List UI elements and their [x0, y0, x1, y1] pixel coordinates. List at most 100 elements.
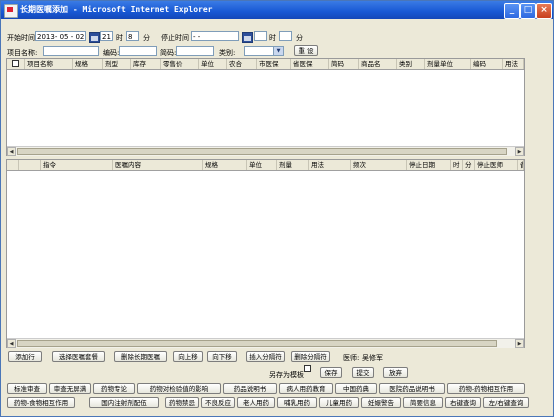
- order-col-unit[interactable]: 单位: [247, 160, 277, 170]
- scroll-left-icon[interactable]: ◀: [7, 147, 16, 156]
- hospital-drug-instructions-button[interactable]: 医院药品说明书: [379, 383, 445, 394]
- col-dosage-form[interactable]: 剂型: [103, 59, 131, 69]
- category-label: 类别:: [219, 49, 236, 57]
- minimize-button[interactable]: _: [504, 3, 520, 19]
- chevron-down-icon[interactable]: ▼: [273, 47, 283, 55]
- pregnancy-warning-button[interactable]: 妊娠警告: [361, 397, 401, 408]
- insert-separator-button[interactable]: 插入分隔符: [246, 351, 285, 362]
- col-spec[interactable]: 规格: [73, 59, 103, 69]
- order-grid: 指令 医嘱内容 规格 单位 剂量 用法 频次 停止日期 时 分 停止医师 备 ◀…: [6, 159, 525, 348]
- col-rural-coop[interactable]: 农合: [227, 59, 257, 69]
- order-col-spec[interactable]: 规格: [203, 160, 247, 170]
- title-bar[interactable]: 长期医嘱添加 - Microsoft Internet Explorer _ □…: [1, 1, 553, 19]
- window-title: 长期医嘱添加 - Microsoft Internet Explorer: [20, 5, 213, 14]
- ie-window: 长期医嘱添加 - Microsoft Internet Explorer _ □…: [0, 0, 554, 417]
- doctor-label: 医师:: [343, 354, 360, 362]
- order-grid-hscrollbar[interactable]: ◀ ▶: [7, 338, 524, 348]
- scroll-right-icon[interactable]: ▶: [515, 147, 524, 156]
- item-grid-header: 项目名称 规格 剂型 库存 零售价 单位 农合 市医保 省医保 简码 商品名 类…: [7, 59, 524, 70]
- row-indicator-header: [7, 160, 19, 170]
- maximize-button[interactable]: □: [520, 3, 536, 19]
- col-retail-price[interactable]: 零售价: [161, 59, 199, 69]
- order-col-usage[interactable]: 用法: [309, 160, 351, 170]
- short-code-input[interactable]: [176, 46, 214, 56]
- save-as-template-label: 另存为模板: [269, 371, 304, 379]
- patient-education-button[interactable]: 病人用药教育: [279, 383, 333, 394]
- pediatric-use-button[interactable]: 儿童用药: [319, 397, 359, 408]
- category-select[interactable]: ▼: [244, 46, 284, 56]
- item-grid-hscrollbar[interactable]: ◀ ▶: [7, 146, 524, 156]
- add-row-button[interactable]: 添加行: [8, 351, 42, 362]
- order-col-content[interactable]: 医嘱内容: [113, 160, 203, 170]
- delete-order-button[interactable]: 删除长期医嘱: [114, 351, 167, 362]
- injection-compatibility-button[interactable]: 国内注射剂配伍: [89, 397, 159, 408]
- code-label: 编码:: [103, 49, 120, 57]
- start-hour-input[interactable]: 21: [100, 31, 113, 41]
- drug-contraindication-button[interactable]: 药物禁忌: [165, 397, 199, 408]
- order-col-minute[interactable]: 分: [463, 160, 475, 170]
- col-item-name[interactable]: 项目名称: [25, 59, 73, 69]
- submit-button[interactable]: 提交: [352, 367, 374, 378]
- order-grid-header: 指令 医嘱内容 规格 单位 剂量 用法 频次 停止日期 时 分 停止医师 备: [7, 160, 524, 171]
- drug-instructions-button[interactable]: 药品说明书: [223, 383, 277, 394]
- col-category[interactable]: 类别: [397, 59, 425, 69]
- lactation-use-button[interactable]: 哺乳用药: [277, 397, 317, 408]
- move-up-button[interactable]: 向上移: [173, 351, 203, 362]
- stop-minute-input[interactable]: [279, 31, 292, 41]
- stop-date-calendar-icon[interactable]: [242, 32, 253, 43]
- order-col-instruction[interactable]: 指令: [41, 160, 113, 170]
- stop-minute-label: 分: [296, 34, 303, 42]
- pharmacopoeia-button[interactable]: 中国药典: [335, 383, 377, 394]
- drug-food-interaction-button[interactable]: 药物-食物相互作用: [7, 397, 75, 408]
- elderly-use-button[interactable]: 老人用药: [237, 397, 275, 408]
- select-all-checkbox[interactable]: [12, 60, 19, 67]
- col-stock[interactable]: 库存: [131, 59, 161, 69]
- scroll-right-icon[interactable]: ▶: [515, 339, 524, 348]
- col-trade-name[interactable]: 商品名: [359, 59, 397, 69]
- right-click-query-button[interactable]: 右键查询: [445, 397, 481, 408]
- col-unit[interactable]: 单位: [199, 59, 227, 69]
- col-dose-unit[interactable]: 剂量单位: [425, 59, 471, 69]
- save-button[interactable]: 保存: [320, 367, 342, 378]
- start-time-label: 开始时间: [7, 34, 35, 42]
- review-no-mask-button[interactable]: 审查无屏满: [49, 383, 91, 394]
- item-name-input[interactable]: [43, 46, 99, 56]
- order-col-frequency[interactable]: 频次: [351, 160, 407, 170]
- col-usage[interactable]: 用法: [503, 59, 524, 69]
- left-right-click-query-button[interactable]: 左/右键查询: [483, 397, 529, 408]
- brief-info-button[interactable]: 简要信息: [403, 397, 443, 408]
- delete-separator-button[interactable]: 删除分隔符: [291, 351, 330, 362]
- code-input[interactable]: [119, 46, 157, 56]
- col-city-insurance[interactable]: 市医保: [257, 59, 291, 69]
- move-down-button[interactable]: 向下移: [207, 351, 237, 362]
- stop-date-input[interactable]: - -: [191, 31, 239, 41]
- stop-time-label: 停止时间: [161, 34, 189, 42]
- stop-hour-input[interactable]: [254, 31, 267, 41]
- col-province-insurance[interactable]: 省医保: [291, 59, 329, 69]
- order-col-dose[interactable]: 剂量: [277, 160, 309, 170]
- close-button[interactable]: ×: [536, 3, 552, 19]
- select-all-cell: [7, 59, 25, 69]
- drug-monograph-button[interactable]: 药物专论: [93, 383, 135, 394]
- stop-hour-label: 时: [269, 34, 276, 42]
- select-template-button[interactable]: 选择医嘱套餐: [52, 351, 105, 362]
- discard-button[interactable]: 放弃: [383, 367, 408, 378]
- col-code[interactable]: 编码: [471, 59, 503, 69]
- col-short-code[interactable]: 简码: [329, 59, 359, 69]
- adverse-reaction-button[interactable]: 不良反应: [201, 397, 235, 408]
- order-col-hour[interactable]: 时: [451, 160, 463, 170]
- order-col-remark[interactable]: 备: [518, 160, 524, 170]
- drug-drug-interaction-button[interactable]: 药物-药物相互作用: [447, 383, 525, 394]
- standard-review-button[interactable]: 标准审查: [7, 383, 47, 394]
- start-minute-input[interactable]: 8: [126, 31, 139, 41]
- scroll-left-icon[interactable]: ◀: [7, 339, 16, 348]
- order-grid-scroll-thumb[interactable]: [17, 340, 497, 347]
- order-col-stop-date[interactable]: 停止日期: [407, 160, 451, 170]
- item-grid-scroll-thumb[interactable]: [17, 148, 507, 155]
- order-col-stop-doctor[interactable]: 停止医师: [475, 160, 518, 170]
- start-date-input[interactable]: 2013- 05 - 02: [35, 31, 86, 41]
- save-as-template-checkbox[interactable]: [304, 365, 311, 372]
- drug-lab-effect-button[interactable]: 药物对检验值的影响: [137, 383, 221, 394]
- start-date-calendar-icon[interactable]: [89, 32, 100, 43]
- reset-button[interactable]: 重 设: [294, 45, 318, 56]
